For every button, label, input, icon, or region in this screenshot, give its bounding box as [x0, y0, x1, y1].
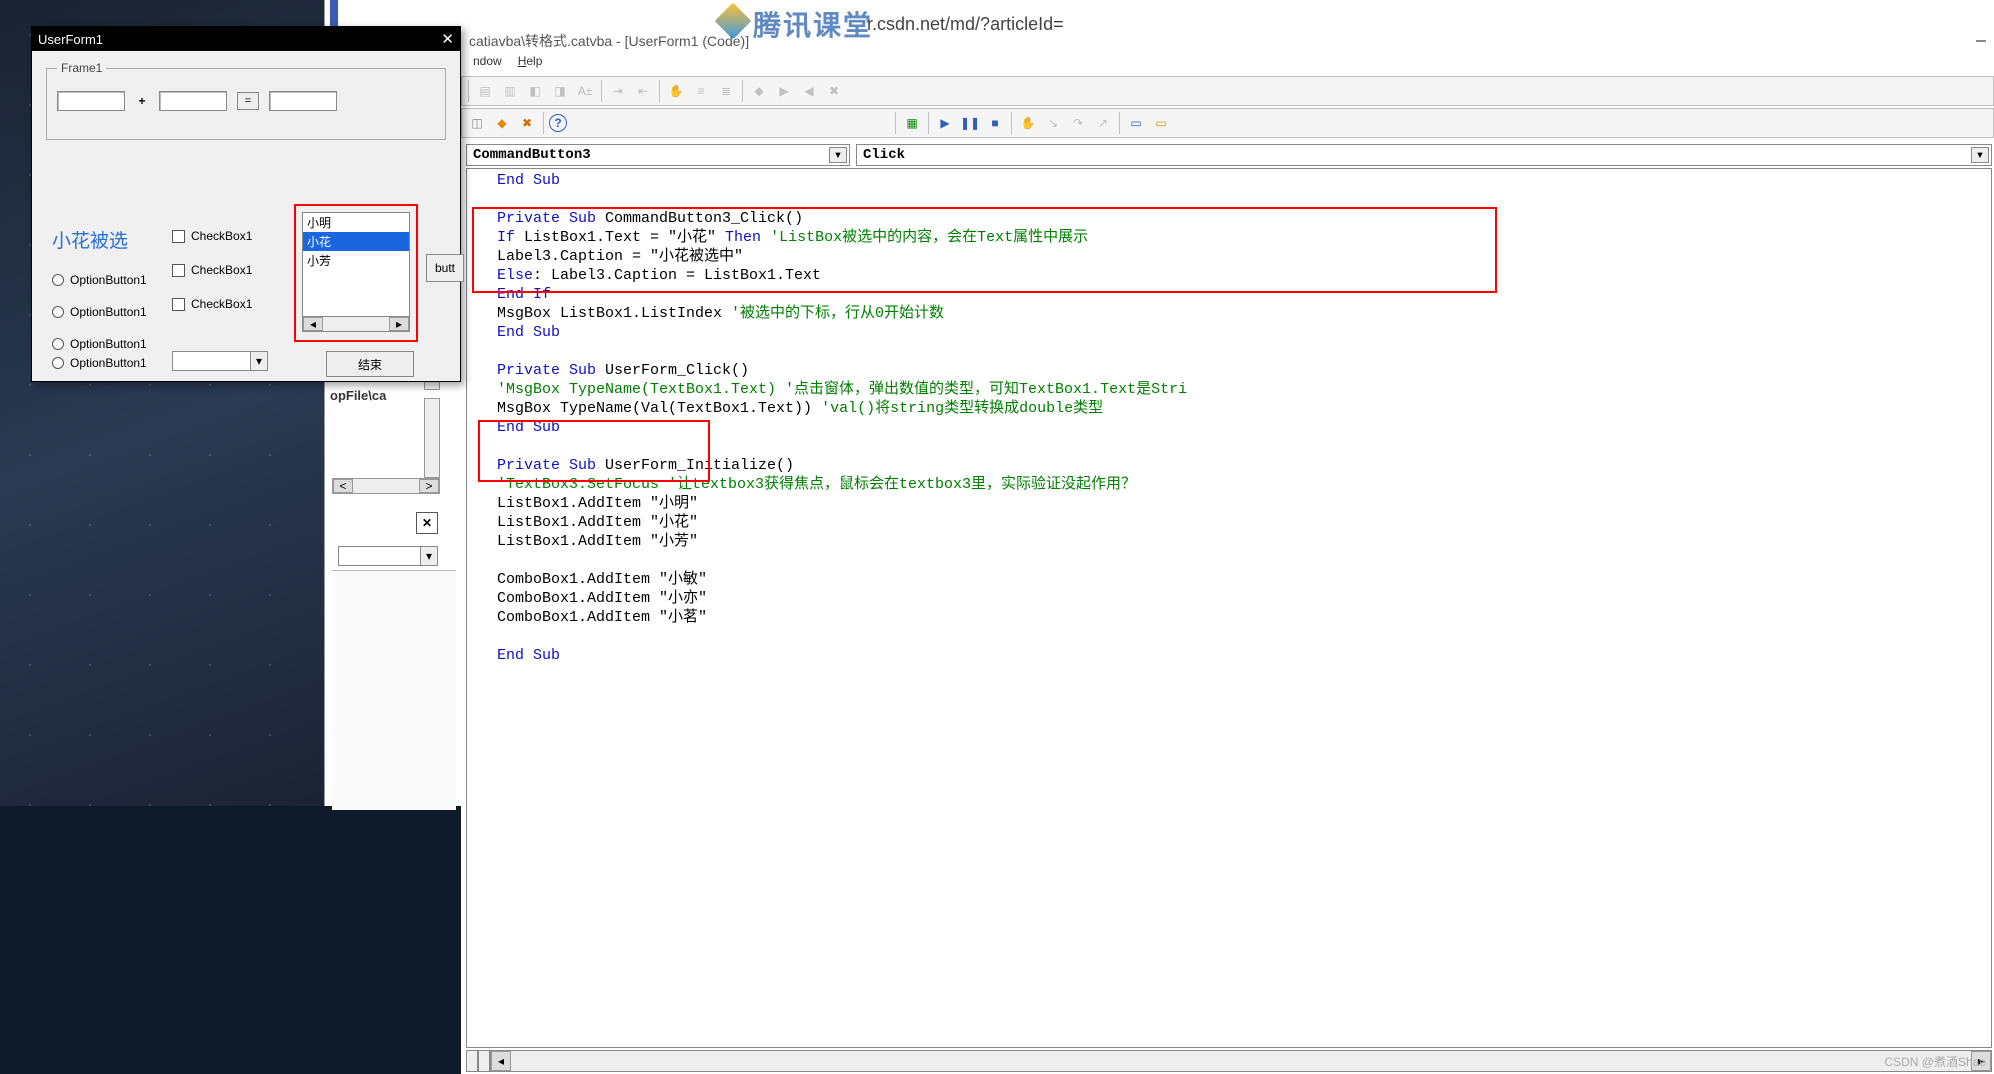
chevron-down-icon: ▾: [829, 147, 847, 163]
chevron-down-icon: ▾: [250, 352, 267, 370]
immediate-window-icon[interactable]: ▭: [1150, 112, 1172, 134]
frame1: Frame1 + =: [46, 61, 446, 140]
code-pane-dropdowns: CommandButton3 ▾ Click ▾: [466, 144, 1992, 166]
userform-window: UserForm1 ✕ Frame1 + = 小花被选 CheckBox1 Ch…: [31, 26, 461, 382]
step-over-icon[interactable]: ↷: [1067, 112, 1089, 134]
orange-icon[interactable]: ◆: [491, 112, 513, 134]
toolbar-edit: ▤ ▥ ◧ ◨ A± ⇥ ⇤ ✋ ≡ ≣ ◆ ▶ ◀ ✖: [461, 76, 1994, 106]
label3-result: 小花被选: [52, 226, 128, 253]
listbox-hscrollbar[interactable]: ◂ ▸: [302, 316, 410, 332]
scroll-right-icon[interactable]: >: [419, 479, 439, 493]
vbe-title-text: catiavba\转格式.catvba - [UserForm1 (Code)]: [469, 31, 749, 51]
properties-grid[interactable]: [332, 570, 456, 810]
scroll-left-icon[interactable]: <: [333, 479, 353, 493]
menu-bar: ndow Help: [461, 52, 1994, 74]
complete-word-icon[interactable]: A±: [574, 80, 596, 102]
userform-title-text: UserForm1: [38, 32, 103, 47]
code-view-mode-buttons[interactable]: [466, 1050, 490, 1072]
csdn-watermark: CSDN @煮酒Shae: [1884, 1053, 1986, 1070]
frame1-caption: Frame1: [57, 61, 106, 75]
parameter-info-icon[interactable]: ◨: [549, 80, 571, 102]
bookmark-next-icon[interactable]: ▶: [773, 80, 795, 102]
run-icon[interactable]: ▶: [934, 112, 956, 134]
optionbutton4[interactable]: OptionButton1: [52, 356, 147, 370]
scroll-right-icon[interactable]: ▸: [389, 317, 409, 331]
breakpoint-icon[interactable]: ✋: [665, 80, 687, 102]
checkbox2[interactable]: CheckBox1: [172, 263, 252, 277]
optionbutton-column: OptionButton1 OptionButton1 OptionButton…: [52, 273, 147, 351]
commandbutton-end[interactable]: 结束: [326, 351, 414, 377]
combobox1[interactable]: ▾: [172, 351, 268, 371]
checkbox3[interactable]: CheckBox1: [172, 297, 252, 311]
properties-pane-path-fragment: opFile\ca: [330, 388, 386, 403]
equals-button[interactable]: =: [237, 92, 259, 110]
optionbutton2[interactable]: OptionButton1: [52, 305, 147, 319]
object-dropdown-value: CommandButton3: [473, 147, 591, 163]
design-mode-icon[interactable]: ◫: [466, 112, 488, 134]
checkbox-column: CheckBox1 CheckBox1 CheckBox1: [172, 229, 252, 311]
procedure-dropdown-value: Click: [863, 147, 905, 163]
textbox3[interactable]: [269, 91, 337, 111]
menu-help[interactable]: Help: [512, 52, 549, 74]
minimize-icon[interactable]: [1976, 40, 1986, 42]
locals-window-icon[interactable]: ▭: [1125, 112, 1147, 134]
indent-icon[interactable]: ⇥: [607, 80, 629, 102]
bookmark-prev-icon[interactable]: ◀: [798, 80, 820, 102]
toolbox-icon[interactable]: ✖: [516, 112, 538, 134]
close-icon[interactable]: ✕: [441, 30, 454, 48]
vbe-title-bar: catiavba\转格式.catvba - [UserForm1 (Code)]: [461, 29, 1994, 53]
properties-pane-vscrollbar[interactable]: [424, 398, 440, 478]
uncomment-block-icon[interactable]: ≣: [715, 80, 737, 102]
pause-icon[interactable]: ❚❚: [959, 112, 981, 134]
menu-window-partial[interactable]: ndow: [467, 52, 508, 74]
optionbutton3[interactable]: OptionButton1: [52, 337, 147, 351]
toolbar-debug: ◫ ◆ ✖ ? ▦ ▶ ❚❚ ■ ✋ ↘ ↷ ↗ ▭ ▭: [461, 108, 1994, 138]
checkbox1[interactable]: CheckBox1: [172, 229, 252, 243]
listbox1[interactable]: 小明 小花 小芳: [302, 212, 410, 318]
code-text[interactable]: End Sub Private Sub CommandButton3_Click…: [467, 169, 1991, 667]
commandbutton-butt[interactable]: butt: [426, 254, 464, 282]
code-hscrollbar[interactable]: ◂ ▸: [490, 1050, 1992, 1072]
bookmark-clear-icon[interactable]: ✖: [823, 80, 845, 102]
quick-info-icon[interactable]: ◧: [524, 80, 546, 102]
properties-pane-hscrollbar[interactable]: < >: [332, 478, 440, 494]
scroll-left-icon[interactable]: ◂: [303, 317, 323, 331]
annotation-red-box-listbox: 小明 小花 小芳 ◂ ▸: [294, 204, 418, 342]
bookmark-toggle-icon[interactable]: ◆: [748, 80, 770, 102]
list-item[interactable]: 小芳: [303, 251, 409, 270]
panel-close-button[interactable]: ✕: [416, 512, 438, 534]
procedure-dropdown[interactable]: Click ▾: [856, 144, 1992, 166]
step-out-icon[interactable]: ↗: [1092, 112, 1114, 134]
step-into-icon[interactable]: ↘: [1042, 112, 1064, 134]
list-properties-icon[interactable]: ▤: [474, 80, 496, 102]
textbox2[interactable]: [159, 91, 227, 111]
comment-block-icon[interactable]: ≡: [690, 80, 712, 102]
properties-category-dropdown[interactable]: ▾: [338, 546, 438, 566]
scroll-left-icon[interactable]: ◂: [491, 1051, 511, 1071]
help-icon[interactable]: ?: [549, 114, 567, 132]
textbox1[interactable]: [57, 91, 125, 111]
outdent-icon[interactable]: ⇤: [632, 80, 654, 102]
plus-label: +: [135, 94, 149, 108]
stop-icon[interactable]: ■: [984, 112, 1006, 134]
object-dropdown[interactable]: CommandButton3 ▾: [466, 144, 850, 166]
optionbutton1[interactable]: OptionButton1: [52, 273, 147, 287]
list-item-selected[interactable]: 小花: [303, 232, 409, 251]
list-item[interactable]: 小明: [303, 213, 409, 232]
breakpoint-hand-icon[interactable]: ✋: [1017, 112, 1039, 134]
code-editor[interactable]: End Sub Private Sub CommandButton3_Click…: [466, 168, 1992, 1048]
chevron-down-icon: ▾: [420, 547, 437, 565]
userform-title-bar[interactable]: UserForm1 ✕: [32, 27, 460, 51]
list-constants-icon[interactable]: ▥: [499, 80, 521, 102]
chevron-down-icon: ▾: [1971, 147, 1989, 163]
vbaproject-icon[interactable]: ▦: [901, 112, 923, 134]
